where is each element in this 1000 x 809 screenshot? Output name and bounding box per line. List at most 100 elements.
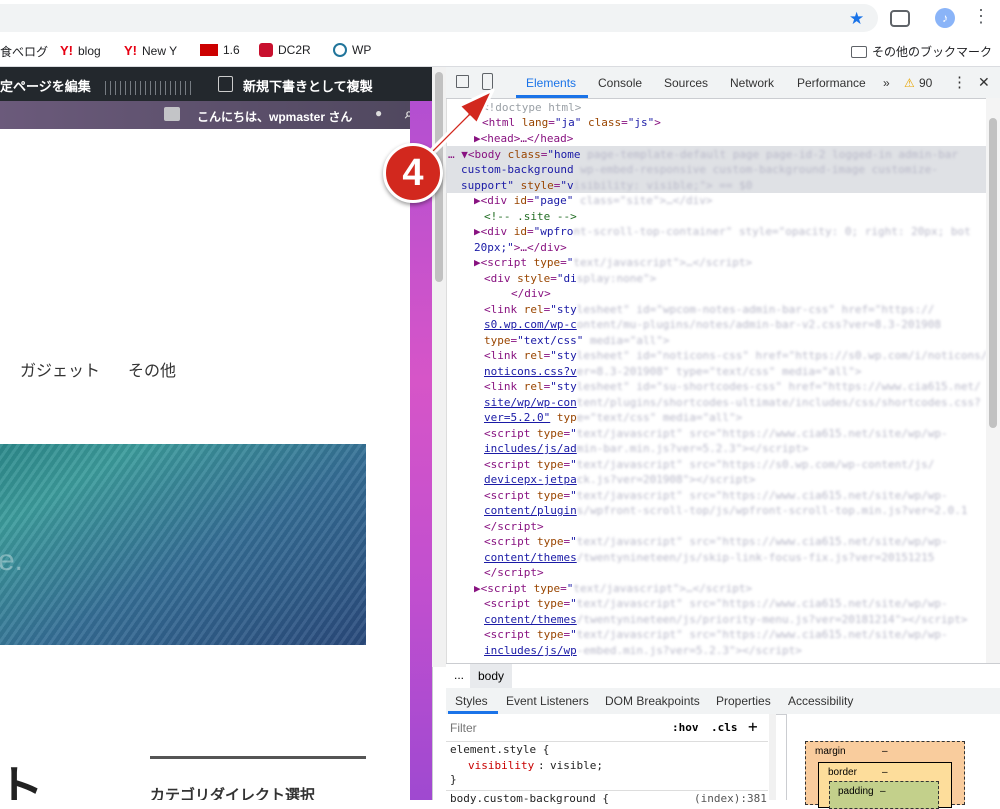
bookmark-item[interactable]: Y! New Y bbox=[124, 43, 177, 58]
dom-tree[interactable]: <!doctype html> <html lang="ja" class="j… bbox=[446, 98, 986, 663]
styles-pane: :hov .cls + element.style { visibility :… bbox=[446, 714, 776, 805]
script-node[interactable]: <script type="text/javascript" src="http… bbox=[484, 426, 948, 442]
rule-source-link[interactable]: (index):381 bbox=[694, 792, 767, 805]
site-icon bbox=[259, 43, 273, 57]
breadcrumb: ... body bbox=[446, 663, 1000, 689]
box-margin[interactable]: margin – border – padding – bbox=[805, 741, 965, 809]
bookmark-label: WP bbox=[352, 43, 372, 57]
warning-count[interactable]: 90 bbox=[919, 76, 932, 90]
bookmark-item[interactable]: 食べログ bbox=[0, 43, 48, 60]
tab-accessibility[interactable]: Accessibility bbox=[788, 694, 853, 708]
bookmark-label: New Y bbox=[142, 43, 178, 58]
box-border[interactable]: border – padding – bbox=[818, 762, 952, 809]
script-close-node[interactable]: </script> bbox=[484, 519, 544, 535]
link-node-cont[interactable]: type="text/css" media="all"> bbox=[484, 333, 669, 349]
link-node[interactable]: <link rel="stylesheet" id="wpcom-notes-a… bbox=[484, 302, 934, 318]
wp-user-bar: こんにちは、wpmaster さん ● ⌕ bbox=[0, 101, 413, 129]
script-node-cont[interactable]: content/plugins/wpfront-scroll-top/js/wp… bbox=[484, 503, 967, 519]
new-draft-link[interactable]: 新規下書きとして複製 bbox=[243, 76, 373, 95]
webpage-viewport: 定ページを編集 新規下書きとして複製 こんにちは、wpmaster さん ● ⌕… bbox=[0, 67, 432, 800]
script-node-cont[interactable]: includes/js/admin-bar.min.js?ver=5.2.3">… bbox=[484, 441, 809, 457]
add-rule-button[interactable]: + bbox=[748, 717, 758, 736]
edit-page-link[interactable]: 定ページを編集 bbox=[0, 76, 91, 95]
header-image-text: e. bbox=[0, 544, 24, 577]
devtools-tabbar: Elements Console Sources Network Perform… bbox=[446, 67, 1000, 99]
link-node-cont[interactable]: s0.wp.com/wp-content/mu-plugins/notes/ad… bbox=[484, 317, 941, 333]
script-node-cont[interactable]: devicepx-jetpack.js?ver=201908"></script… bbox=[484, 472, 756, 488]
style-property-name[interactable]: visibility bbox=[468, 759, 534, 772]
box-margin-label: margin bbox=[815, 746, 846, 757]
tab-properties[interactable]: Properties bbox=[716, 694, 771, 708]
other-bookmarks[interactable]: その他のブックマーク bbox=[851, 43, 992, 60]
nav-item-other[interactable]: その他 bbox=[128, 357, 176, 381]
link-node-cont[interactable]: noticons.css?ver=8.3-201908" type="text/… bbox=[484, 364, 862, 380]
body-node-cont[interactable]: custom-background wp-embed-responsive cu… bbox=[461, 162, 938, 178]
body-node-cont[interactable]: support" style="visibility: visible;"> =… bbox=[461, 178, 752, 194]
script-node-cont[interactable]: content/themes/twentynineteen/js/skip-li… bbox=[484, 550, 934, 566]
html-node[interactable]: <html lang="ja" class="js"> bbox=[482, 115, 661, 131]
wordpress-icon bbox=[333, 43, 347, 57]
site-icon bbox=[200, 44, 218, 56]
tab-styles[interactable]: Styles bbox=[455, 694, 488, 708]
rule-selector[interactable]: element.style { bbox=[450, 743, 549, 756]
link-node[interactable]: <link rel="stylesheet" id="su-shortcodes… bbox=[484, 379, 981, 395]
bookmark-item[interactable]: WP bbox=[333, 43, 371, 57]
box-padding[interactable]: padding – bbox=[829, 781, 939, 809]
comment-node[interactable]: <!-- .site --> bbox=[484, 209, 577, 225]
hov-toggle[interactable]: :hov bbox=[672, 721, 699, 734]
script-node-cont[interactable]: includes/js/wp-embed.min.js?ver=5.2.3"><… bbox=[484, 643, 802, 659]
devtools-menu-icon[interactable]: ⋮ bbox=[952, 73, 967, 91]
script-node[interactable]: <script type="text/javascript" src="http… bbox=[484, 627, 948, 643]
nav-item-gadget[interactable]: ガジェット bbox=[20, 357, 100, 381]
script-node[interactable]: ▶<script type="text/javascript">…</scrip… bbox=[474, 255, 752, 271]
tab-performance[interactable]: Performance bbox=[797, 76, 866, 90]
script-node[interactable]: <script type="text/javascript" src="http… bbox=[484, 457, 934, 473]
div-style-node[interactable]: <div style="display:none"> bbox=[484, 271, 656, 287]
div-wpfront-node[interactable]: ▶<div id="wpfront-scroll-top-container" … bbox=[474, 224, 971, 240]
more-tabs-button[interactable]: » bbox=[883, 76, 890, 90]
script-close-node[interactable]: </script> bbox=[484, 565, 544, 581]
tab-dom-breakpoints[interactable]: DOM Breakpoints bbox=[605, 694, 700, 708]
tab-event-listeners[interactable]: Event Listeners bbox=[506, 694, 589, 708]
div-page-node[interactable]: ▶<div id="page" class="site">…</div> bbox=[474, 193, 712, 209]
bookmark-item[interactable]: 1.6 bbox=[200, 43, 240, 57]
scrollbar-thumb[interactable] bbox=[989, 118, 997, 428]
warning-icon[interactable]: ⚠ bbox=[904, 76, 915, 90]
script-node[interactable]: <script type="text/javascript" src="http… bbox=[484, 534, 948, 550]
cls-toggle[interactable]: .cls bbox=[711, 721, 738, 734]
style-property-value[interactable]: visible; bbox=[550, 759, 603, 772]
menu-kebab-icon[interactable]: ⋮ bbox=[972, 6, 990, 27]
breadcrumb-more[interactable]: ... bbox=[454, 668, 464, 682]
comment-icon[interactable] bbox=[164, 107, 180, 121]
link-node-cont[interactable]: site/wp/wp-content/plugins/shortcodes-ul… bbox=[484, 395, 981, 411]
script-node-cont[interactable]: content/themes/twentynineteen/js/priorit… bbox=[484, 612, 967, 628]
box-border-value: – bbox=[882, 767, 888, 778]
greeting-text[interactable]: こんにちは、wpmaster さん bbox=[197, 108, 352, 125]
tab-network[interactable]: Network bbox=[730, 76, 774, 90]
rule-selector[interactable]: body.custom-background { bbox=[450, 792, 609, 805]
bookmark-star-icon[interactable]: ★ bbox=[849, 9, 864, 29]
script-node[interactable]: <script type="text/javascript" src="http… bbox=[484, 596, 948, 612]
bookmark-item[interactable]: Y! blog bbox=[60, 43, 101, 58]
extension-chat-icon[interactable] bbox=[890, 10, 910, 27]
link-node[interactable]: <link rel="stylesheet" id="noticons-css"… bbox=[484, 348, 986, 364]
user-icon: ● bbox=[375, 106, 383, 120]
div-close-node[interactable]: </div> bbox=[511, 286, 551, 302]
tab-console[interactable]: Console bbox=[598, 76, 642, 90]
tab-sources[interactable]: Sources bbox=[664, 76, 708, 90]
breadcrumb-item-body[interactable]: body bbox=[470, 664, 513, 688]
styles-scrollbar[interactable] bbox=[769, 714, 776, 800]
dom-tree-scrollbar[interactable] bbox=[986, 98, 1000, 663]
address-bar[interactable] bbox=[0, 4, 878, 32]
script-node[interactable]: ▶<script type="text/javascript">…</scrip… bbox=[474, 581, 752, 597]
bookmark-item[interactable]: DC2R bbox=[259, 43, 311, 57]
body-node[interactable]: … ▼<body class="home page-template-defau… bbox=[448, 147, 958, 163]
close-icon[interactable]: ✕ bbox=[978, 74, 990, 91]
step-badge: 4 bbox=[383, 143, 443, 203]
script-node[interactable]: <script type="text/javascript" src="http… bbox=[484, 488, 948, 504]
div-wpfront-cont[interactable]: 20px;">…</div> bbox=[474, 240, 567, 256]
avatar[interactable]: ♪ bbox=[935, 8, 955, 28]
tab-elements[interactable]: Elements bbox=[526, 76, 576, 90]
link-node-cont[interactable]: ver=5.2.0" type="text/css" media="all"> bbox=[484, 410, 742, 426]
styles-filter-input[interactable] bbox=[448, 717, 662, 739]
